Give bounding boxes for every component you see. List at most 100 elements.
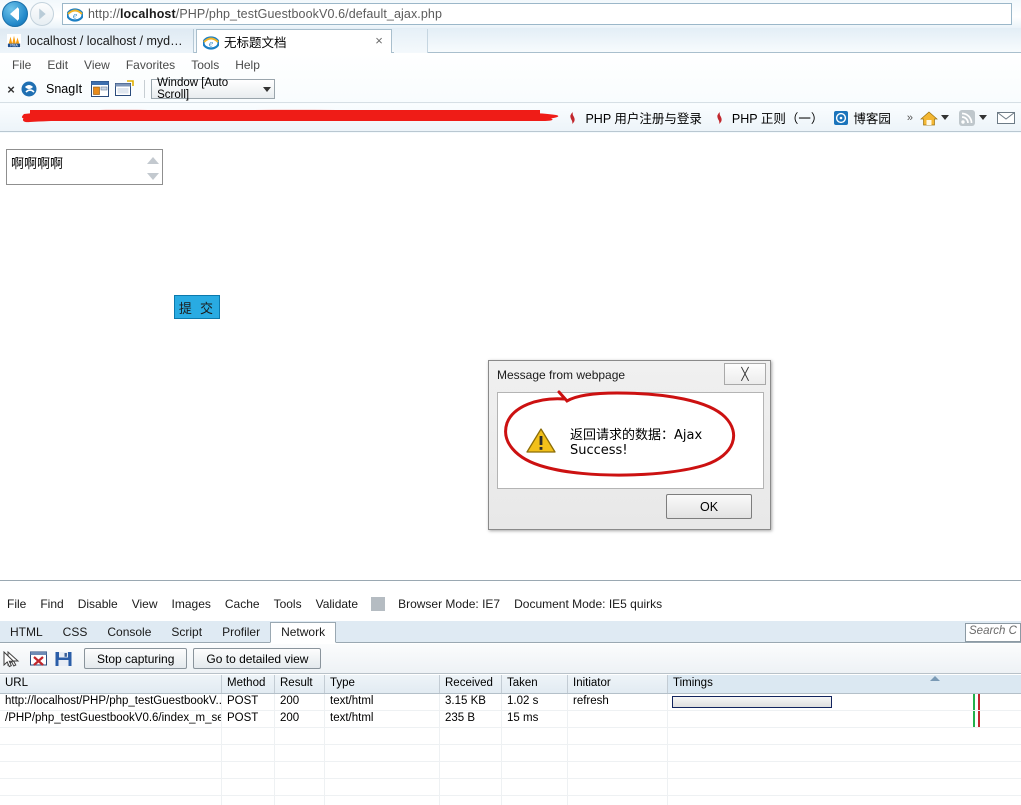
mail-icon[interactable] <box>995 109 1017 127</box>
menu-item-tools[interactable]: Tools <box>183 58 227 72</box>
bookmark-php-register-login[interactable]: PHP 用户注册与登录 <box>565 108 702 127</box>
network-toolbar: Stop capturing Go to detailed view <box>0 644 1021 674</box>
cell-initiator <box>568 711 668 727</box>
table-row-empty[interactable] <box>0 796 1021 805</box>
snagit-toolbar: × SnagIt Window [Auto Scroll] <box>0 76 1021 103</box>
developer-tools-panel: File Find Disable View Images Cache Tool… <box>0 580 1021 805</box>
ok-button[interactable]: OK <box>666 494 752 519</box>
browser-chrome: e http://localhost/PHP/php_testGuestbook… <box>0 0 1021 133</box>
tab-network[interactable]: Network <box>270 622 337 643</box>
snagit-mode-select[interactable]: Window [Auto Scroll] <box>151 77 276 101</box>
toolbar-separator <box>144 80 146 98</box>
table-row[interactable]: http://localhost/PHP/php_testGuestbookV.… <box>0 694 1021 711</box>
mouse-cursor-icon <box>3 651 15 668</box>
cell-result: 200 <box>275 694 325 710</box>
menu-item-file[interactable]: File <box>4 58 39 72</box>
capture-window-icon[interactable] <box>90 80 110 98</box>
svg-text:e: e <box>73 11 77 21</box>
forward-arrow-icon <box>39 8 46 20</box>
dialog-body: 返回请求的数据：Ajax Success! <box>497 392 764 489</box>
tab-html[interactable]: HTML <box>0 623 53 642</box>
forward-button[interactable] <box>30 2 54 26</box>
search-input[interactable]: Search C <box>965 623 1021 642</box>
menu-item-edit[interactable]: Edit <box>39 58 76 72</box>
column-header-taken[interactable]: Taken <box>502 675 568 693</box>
dialog-title: Message from webpage <box>497 368 626 382</box>
devtools-menu-disable[interactable]: Disable <box>71 597 125 611</box>
chevron-down-icon[interactable] <box>263 86 272 92</box>
table-row-empty[interactable] <box>0 745 1021 762</box>
overflow-chevron-icon[interactable]: » <box>907 112 913 124</box>
table-row-empty[interactable] <box>0 779 1021 796</box>
chevron-down-icon[interactable] <box>979 115 987 120</box>
devtools-menu-images[interactable]: Images <box>165 597 218 611</box>
chevron-down-icon[interactable] <box>146 172 159 180</box>
column-header-timings-label: Timings <box>673 677 713 689</box>
close-icon[interactable]: × <box>373 34 385 47</box>
bookmark-label: 博客园 <box>853 112 891 126</box>
empty-rows <box>0 728 1021 805</box>
cell-type: text/html <box>325 711 440 727</box>
home-icon[interactable] <box>919 109 939 127</box>
close-button[interactable]: ╳ <box>724 363 766 385</box>
clear-entries-icon[interactable] <box>28 650 50 668</box>
feed-icon[interactable] <box>957 109 977 127</box>
devtools-menu-cache[interactable]: Cache <box>218 597 267 611</box>
tab-script[interactable]: Script <box>161 623 212 642</box>
column-header-timings[interactable]: Timings <box>668 675 1021 693</box>
bookmark-php-regex[interactable]: PHP 正则（一） <box>712 108 823 127</box>
table-row[interactable]: /PHP/php_testGuestbookV0.6/index_m_se...… <box>0 711 1021 728</box>
snagit-logo-icon[interactable] <box>20 80 40 98</box>
column-header-method[interactable]: Method <box>222 675 275 693</box>
bookmark-cnblogs[interactable]: 博客园 <box>833 108 891 127</box>
close-icon[interactable]: × <box>2 82 20 97</box>
cell-url: http://localhost/PHP/php_testGuestbookV.… <box>0 694 222 710</box>
tab-css[interactable]: CSS <box>53 623 98 642</box>
cell-received: 3.15 KB <box>440 694 502 710</box>
column-header-result[interactable]: Result <box>275 675 325 693</box>
capture-region-icon[interactable] <box>114 80 134 98</box>
tab-console[interactable]: Console <box>97 623 161 642</box>
table-row-empty[interactable] <box>0 728 1021 745</box>
tab-label: localhost / localhost / mydb_t... <box>27 34 187 48</box>
ie-icon: e <box>203 35 219 50</box>
menu-item-favorites[interactable]: Favorites <box>118 58 183 72</box>
timing-marker-red <box>978 711 980 727</box>
warning-icon <box>526 428 556 453</box>
submit-button[interactable]: 提 交 <box>174 295 220 319</box>
column-header-url[interactable]: URL <box>0 675 222 693</box>
cell-taken: 15 ms <box>502 711 568 727</box>
message-textarea-value: 啊啊啊啊 <box>11 157 64 172</box>
message-textarea[interactable]: 啊啊啊啊 <box>6 149 163 185</box>
cell-timings <box>668 711 1021 727</box>
chevron-down-icon[interactable] <box>941 115 949 120</box>
back-button[interactable] <box>2 1 28 27</box>
save-icon[interactable] <box>53 650 75 668</box>
address-input[interactable]: e http://localhost/PHP/php_testGuestbook… <box>62 3 1012 25</box>
menu-item-help[interactable]: Help <box>227 58 268 72</box>
tab-profiler[interactable]: Profiler <box>212 623 270 642</box>
document-mode-label[interactable]: Document Mode: IE5 quirks <box>507 597 669 611</box>
new-tab-button[interactable] <box>394 29 428 53</box>
menu-item-view[interactable]: View <box>76 58 118 72</box>
browser-mode-label[interactable]: Browser Mode: IE7 <box>391 597 507 611</box>
timing-marker-red <box>978 694 980 710</box>
textarea-scroll-spinner[interactable] <box>145 152 160 184</box>
tab-untitled-document[interactable]: e 无标题文档 × <box>196 29 392 53</box>
tab-phpmyadmin[interactable]: PMA localhost / localhost / mydb_t... <box>0 29 194 53</box>
devtools-menu-validate[interactable]: Validate <box>309 597 365 611</box>
column-header-type[interactable]: Type <box>325 675 440 693</box>
column-header-initiator[interactable]: Initiator <box>568 675 668 693</box>
bookmark-label: PHP 用户注册与登录 <box>585 112 702 126</box>
detailed-view-button[interactable]: Go to detailed view <box>193 648 322 669</box>
stop-capturing-button[interactable]: Stop capturing <box>84 648 188 669</box>
column-header-received[interactable]: Received <box>440 675 502 693</box>
chevron-up-icon[interactable] <box>146 156 159 164</box>
devtools-menu-tools[interactable]: Tools <box>267 597 309 611</box>
devtools-menu-view[interactable]: View <box>125 597 165 611</box>
table-row-empty[interactable] <box>0 762 1021 779</box>
devtools-menu-file[interactable]: File <box>0 597 33 611</box>
php-bookmark-icon <box>717 111 722 124</box>
devtools-menu-find[interactable]: Find <box>33 597 70 611</box>
cell-received: 235 B <box>440 711 502 727</box>
